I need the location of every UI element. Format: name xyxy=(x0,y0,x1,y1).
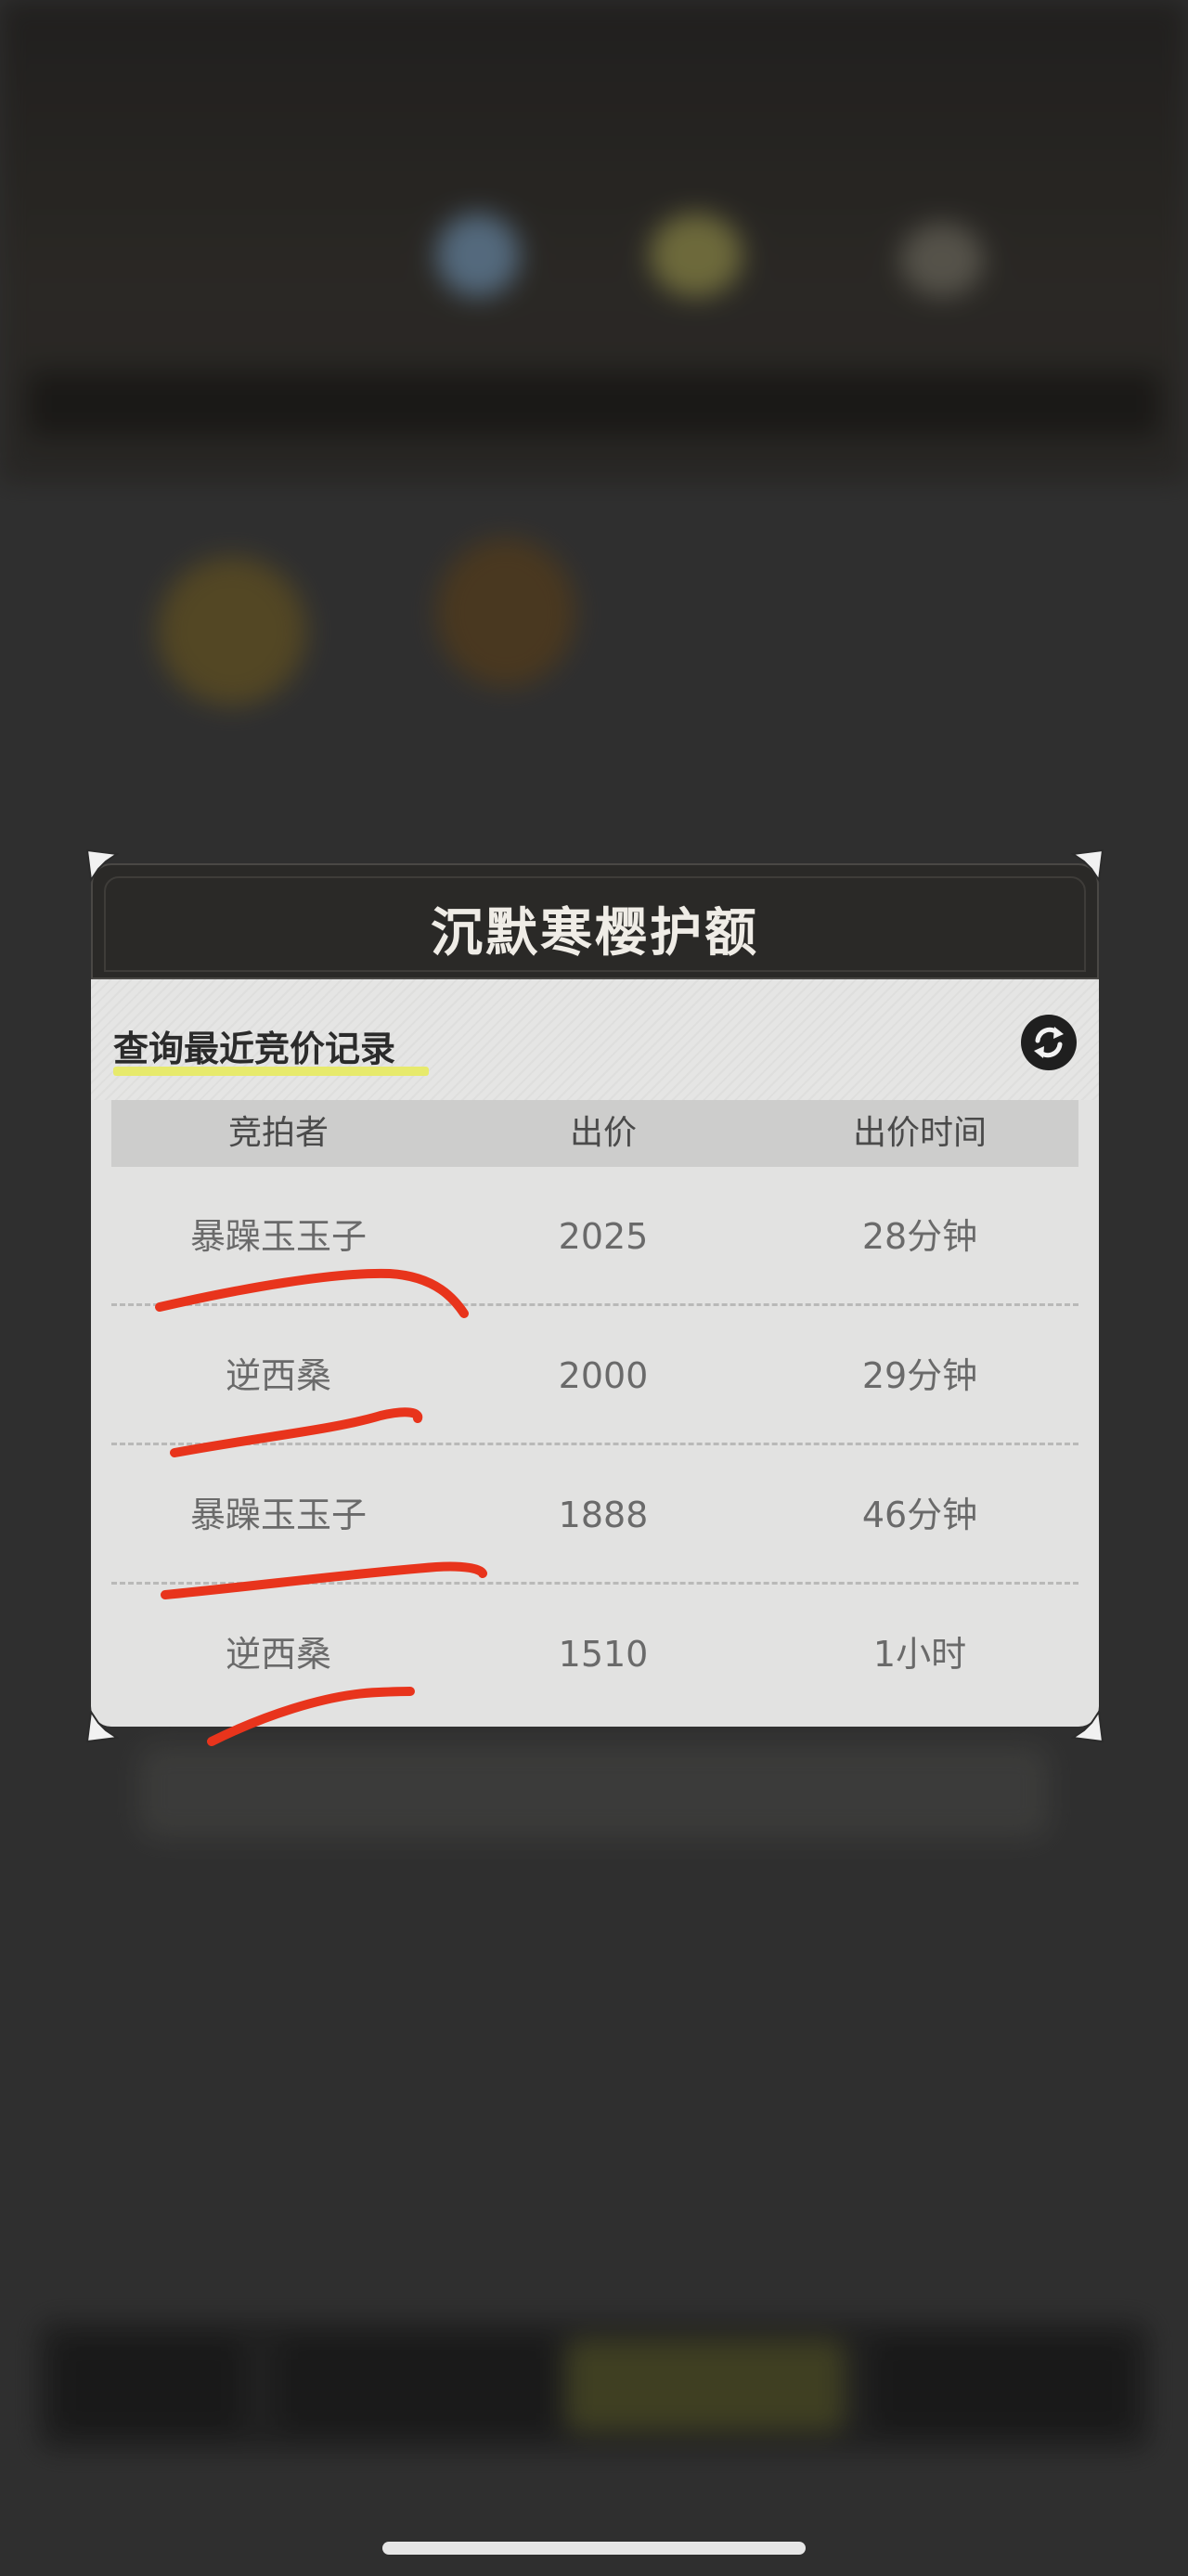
refresh-button[interactable] xyxy=(1021,1015,1077,1070)
table-header: 竞拍者 出价 出价时间 xyxy=(111,1100,1078,1167)
dialog-body: 查询最近竞价记录 竞拍者 出价 出价时间 暴躁玉玉子 2025 28分钟 逆西桑… xyxy=(91,979,1099,1727)
bid-time: 1小时 xyxy=(872,1634,967,1675)
bid-price: 2025 xyxy=(558,1216,649,1257)
column-header-bidder: 竞拍者 xyxy=(227,1114,329,1152)
dialog-header: 沉默寒樱护额 xyxy=(91,863,1099,979)
corner-ornament-icon xyxy=(85,1710,119,1743)
column-header-time: 出价时间 xyxy=(852,1114,987,1152)
bid-price: 2000 xyxy=(558,1355,649,1396)
query-title: 查询最近竞价记录 xyxy=(113,1029,396,1069)
table-row: 暴躁玉玉子 2025 28分钟 xyxy=(111,1167,1078,1306)
bid-history-dialog: 沉默寒樱护额 查询最近竞价记录 竞拍者 出价 出价时间 暴躁玉玉子 2025 2… xyxy=(85,848,1104,1743)
corner-ornament-icon xyxy=(85,848,119,882)
bidder-name: 暴躁玉玉子 xyxy=(189,1216,367,1257)
bidder-name: 逆西桑 xyxy=(225,1355,331,1396)
bid-time: 46分钟 xyxy=(861,1495,978,1535)
bid-price: 1888 xyxy=(558,1495,649,1535)
home-indicator[interactable] xyxy=(382,2542,806,2555)
refresh-icon xyxy=(1034,1027,1064,1058)
bid-time: 28分钟 xyxy=(861,1216,978,1257)
bid-time: 29分钟 xyxy=(861,1355,978,1396)
table-row: 逆西桑 2000 29分钟 xyxy=(111,1306,1078,1445)
corner-ornament-icon xyxy=(1071,848,1104,882)
table-row: 逆西桑 1510 1小时 xyxy=(111,1585,1078,1724)
table-row: 暴躁玉玉子 1888 46分钟 xyxy=(111,1445,1078,1585)
corner-ornament-icon xyxy=(1071,1710,1104,1743)
dialog-title: 沉默寒樱护额 xyxy=(431,903,759,964)
bidder-name: 暴躁玉玉子 xyxy=(189,1495,367,1535)
column-header-price: 出价 xyxy=(569,1114,637,1152)
bidder-name: 逆西桑 xyxy=(225,1634,331,1675)
bid-price: 1510 xyxy=(558,1634,649,1675)
